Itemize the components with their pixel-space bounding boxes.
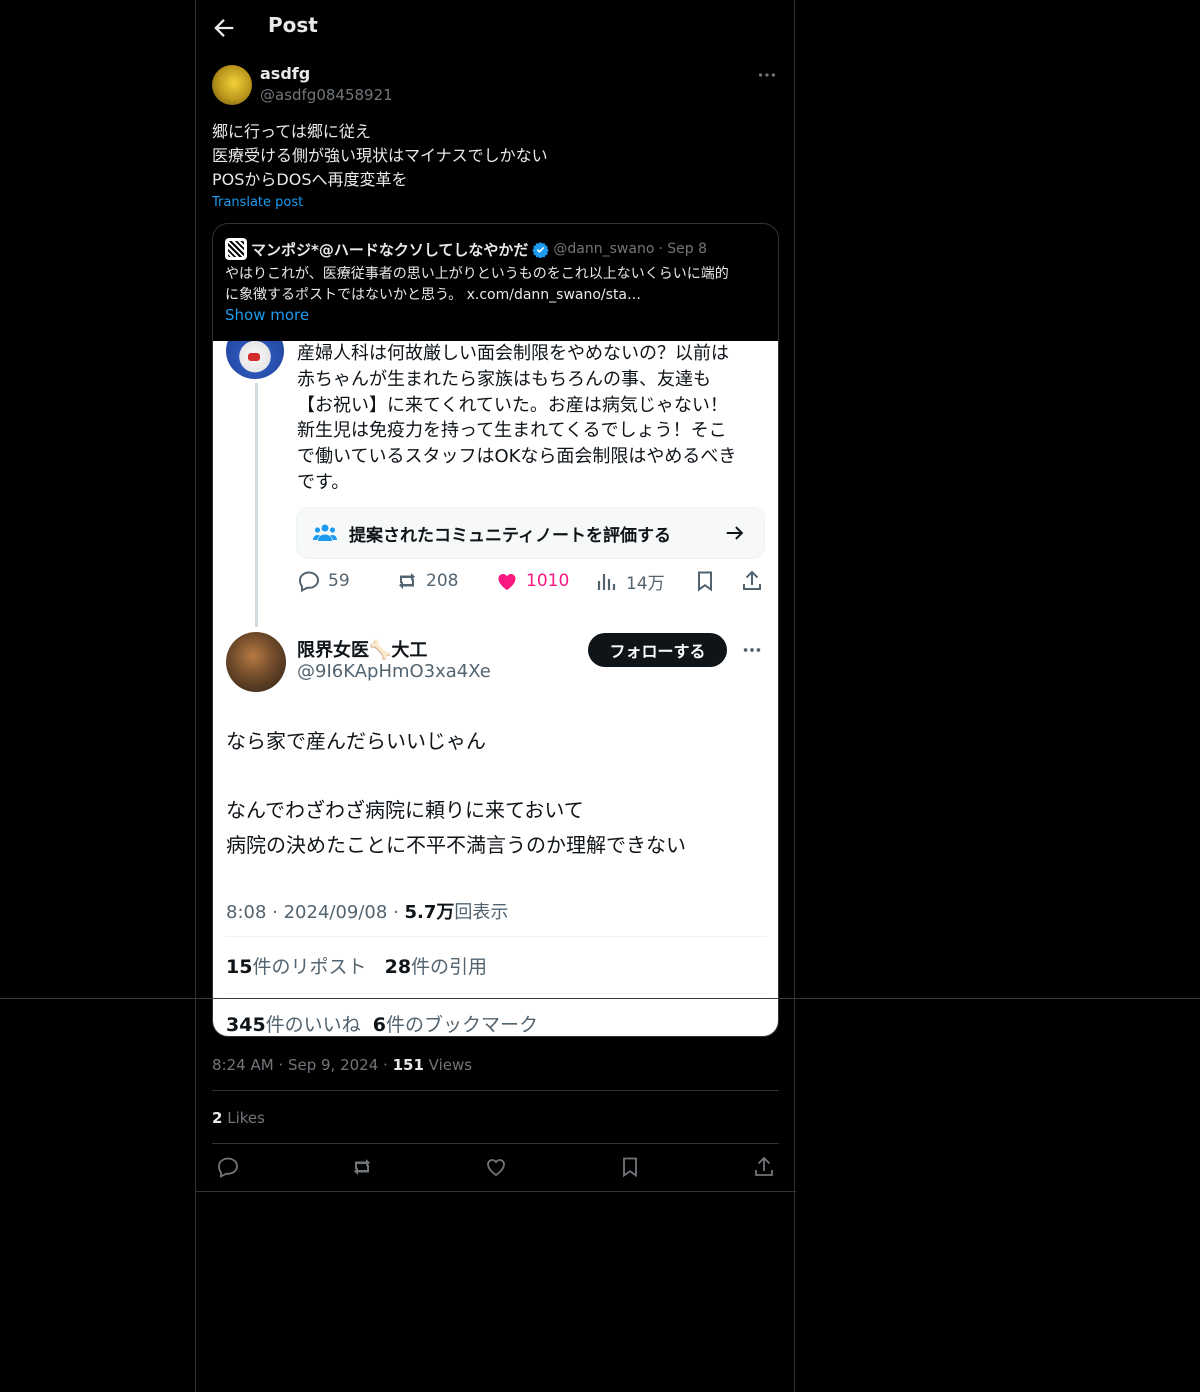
repost-icon[interactable] [350, 1155, 374, 1179]
image-reposts-num: 15 [226, 956, 253, 978]
image-quotes-label: 件の引用 [411, 956, 488, 978]
post-line: POSからDOSへ再度変革を [212, 170, 408, 189]
quoted-post[interactable]: マンポジ*@ハードなクソしてしなやかだ @dann_swano · Sep 8 … [212, 223, 779, 1037]
image-reply-count: 59 [328, 571, 350, 591]
overlay-line [0, 998, 1200, 999]
image-repost-count: 208 [426, 571, 459, 591]
views-count: 151 [392, 1056, 424, 1074]
image-reply-action: 59 [297, 569, 350, 593]
avatar[interactable] [212, 65, 252, 105]
bookmark-icon[interactable] [618, 1155, 642, 1179]
like-icon [498, 574, 516, 590]
likes-label: Likes [227, 1109, 265, 1127]
post-line: 医療受ける側が強い現状はマイナスでしかない [212, 146, 548, 165]
verified-icon [532, 241, 550, 258]
image-bookmarks-num: 6 [372, 1014, 387, 1036]
image-reply-avatar [226, 632, 286, 692]
image-avatar [226, 341, 284, 379]
image-reply-line: なら家で産んだらいいじゃん [226, 729, 486, 753]
share-icon[interactable] [752, 1155, 776, 1179]
quote-author-name: マンポジ*@ハードなクソしてしなやかだ [251, 240, 529, 259]
bookmark-icon [698, 571, 712, 592]
more-icon [743, 648, 761, 652]
image-quotes-num: 28 [384, 956, 412, 978]
image-likes-label: 件のいいね [265, 1014, 361, 1036]
page-title: Post [268, 13, 318, 37]
show-more-link[interactable]: Show more [225, 306, 309, 324]
quote-avatar [225, 238, 247, 260]
back-arrow-icon[interactable] [210, 14, 238, 42]
community-note-box: 提案されたコミュニティノートを評価する [296, 507, 765, 559]
like-icon[interactable] [484, 1155, 508, 1179]
more-icon[interactable] [756, 64, 778, 86]
image-likes-num: 345 [226, 1014, 266, 1036]
image-bookmark-action [693, 569, 717, 593]
share-icon [743, 570, 761, 590]
divider [212, 1143, 779, 1144]
author-name[interactable]: asdfg [260, 64, 310, 83]
quote-date: · Sep 8 [658, 241, 708, 257]
quote-author-handle: @dann_swano [553, 241, 655, 257]
primary-column: Post asdfg @asdfg08458921 郷に行っては郷に従え 医療受… [195, 0, 796, 1392]
author-handle[interactable]: @asdfg08458921 [260, 86, 393, 104]
image-reply-line: 病院の決めたことに不平不満言うのか理解できない [226, 833, 686, 857]
post-line: 郷に行っては郷に従え [212, 122, 371, 141]
image-reply-views-label: 回表示 [454, 902, 509, 923]
divider [212, 1090, 779, 1091]
translate-link[interactable]: Translate post [212, 195, 303, 210]
action-bar [196, 1155, 796, 1181]
quote-text-line: に象徴するポストではないかと思う。 x.com/dann_swano/sta… [225, 287, 642, 303]
views-icon [597, 573, 616, 590]
image-reply-views-count: 5.7万 [404, 902, 455, 923]
post-meta: 8:24 AM · Sep 9, 2024 · 151 Views [212, 1056, 473, 1074]
image-tweet-line: 赤ちゃんが生まれたら家族はもちろんの事、友達も [297, 368, 711, 390]
image-tweet-text: 産婦人科は何故厳しい面会制限をやめないの？以前は 赤ちゃんが生まれたら家族はもち… [297, 341, 767, 496]
image-tweet-line: です。 [297, 471, 350, 493]
image-tweet-line: 【お祝い】に来てくれていた。お産は病気じゃない！ [297, 394, 728, 416]
image-tweet-line: で働いているスタッフはOKなら面会制限はやめるべき [297, 446, 737, 468]
image-reply-time: 8:08 · 2024/09/08 · [226, 902, 405, 923]
post-time[interactable]: 8:24 AM [212, 1056, 274, 1074]
quote-text-line: やはりこれが、医療従事者の思い上がりというものをこれ以上ないくらいに端的 [225, 266, 729, 282]
image-reposts-label: 件のリポスト [252, 956, 367, 978]
image-tweet-line: 産婦人科は何故厳しい面会制限をやめないの？以前は [297, 343, 729, 364]
post-date[interactable]: Sep 9, 2024 [288, 1056, 378, 1074]
likes-link[interactable]: 2 Likes [212, 1109, 265, 1127]
reply-icon[interactable] [216, 1155, 240, 1179]
post-text: 郷に行っては郷に従え 医療受ける側が強い現状はマイナスでしかない POSからDO… [212, 120, 548, 192]
image-reply-line: なんでわざわざ病院に頼りに来ておいて [226, 798, 584, 822]
community-note-label: 提案されたコミュニティノートを評価する [349, 526, 671, 546]
header: Post [196, 0, 794, 56]
image-like-action: 1010 [495, 569, 569, 593]
image-bookmarks-label: 件のブックマーク [386, 1014, 539, 1036]
image-reply-author-name: 限界女医🦴大工 [297, 640, 428, 661]
repost-icon [399, 573, 415, 589]
arrow-right-icon [726, 526, 744, 540]
image-share-action [740, 569, 764, 593]
image-follow-button: フォローする [588, 633, 727, 667]
thread-line [255, 383, 258, 627]
image-divider [226, 936, 766, 937]
image-tweet-line: 新生児は免疫力を持って生まれてくるでしょう！そこ [297, 420, 727, 442]
image-views-count: 14万 [626, 574, 665, 594]
image-views-action: 14万 [595, 569, 665, 594]
likes-count: 2 [212, 1109, 223, 1127]
image-repost-action: 208 [395, 569, 458, 593]
image-reply-author-handle: @9I6KApHmO3xa4Xe [297, 661, 491, 682]
image-divider [226, 993, 766, 994]
divider [196, 1191, 796, 1192]
image-reply-meta: 8:08 · 2024/09/08 · 5.7万回表示 [226, 898, 508, 924]
image-stats-row-2: 345件のいいね 6件のブックマーク [226, 1010, 539, 1036]
reply-icon [298, 571, 320, 593]
quote-image[interactable]: 産婦人科は何故厳しい面会制限をやめないの？以前は 赤ちゃんが生まれたら家族はもち… [213, 341, 778, 1036]
image-stats-row-1: 15件のリポスト 28件の引用 [226, 952, 487, 979]
quote-header: マンポジ*@ハードなクソしてしなやかだ @dann_swano · Sep 8 [225, 238, 707, 260]
image-like-count: 1010 [526, 571, 570, 591]
views-label: Views [428, 1056, 473, 1074]
community-icon [313, 524, 337, 541]
quote-text: やはりこれが、医療従事者の思い上がりというものをこれ以上ないくらいに端的 に象徴… [225, 264, 770, 306]
